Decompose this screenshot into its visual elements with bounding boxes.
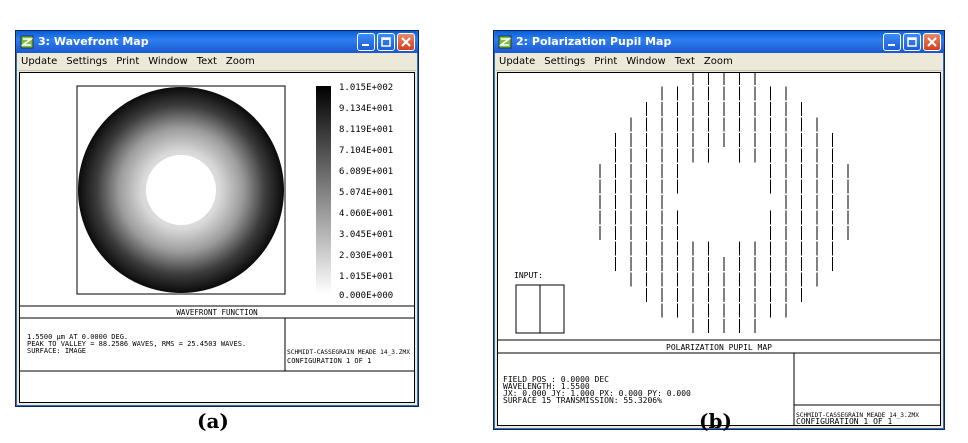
wavefront-plot: 1.015E+002 9.134E+001 8.119E+001 7.104E+… [20, 83, 414, 372]
menu-window[interactable]: Window [148, 56, 187, 67]
menu-zoom[interactable]: Zoom [704, 56, 733, 67]
scale-label: 6.089E+001 [339, 167, 393, 177]
scale-label: 8.119E+001 [339, 125, 393, 135]
close-icon [401, 37, 411, 47]
title-bar[interactable]: 3: Wavefront Map [16, 31, 418, 53]
menu-settings[interactable]: Settings [544, 56, 585, 67]
scale-label: 1.015E+001 [339, 272, 393, 282]
close-icon [927, 37, 937, 47]
window-title: 3: Wavefront Map [38, 35, 149, 48]
scale-label: 0.000E+000 [339, 291, 393, 301]
minimize-button[interactable] [883, 33, 901, 51]
configuration: CONFIGURATION 1 OF 1 [287, 357, 371, 365]
scale-label: 4.060E+001 [339, 209, 393, 219]
menu-settings[interactable]: Settings [66, 56, 107, 67]
input-label: INPUT: [514, 271, 543, 280]
title-bar[interactable]: 2: Polarization Pupil Map [494, 31, 944, 53]
file-name: SCHMIDT-CASSEGRAIN MEADE 14_3.ZMX [287, 349, 410, 356]
close-button[interactable] [923, 33, 941, 51]
plot-area: INPUT: POLARIZATION PUPIL MAP FIELD POS … [497, 72, 941, 426]
zemax-app-icon [20, 35, 34, 49]
scale-label: 3.045E+001 [339, 230, 393, 240]
menu-bar: Update Settings Print Window Text Zoom [18, 53, 416, 71]
scale-label: 9.134E+001 [339, 104, 393, 114]
polarization-pupil-map-window: 2: Polarization Pupil Map Update Setting… [493, 30, 945, 430]
window-title: 2: Polarization Pupil Map [516, 35, 672, 48]
menu-print[interactable]: Print [116, 56, 139, 67]
scale-label: 7.104E+001 [339, 146, 393, 156]
maximize-icon [907, 37, 917, 47]
polarization-vectors [599, 73, 849, 333]
minimize-button[interactable] [357, 33, 375, 51]
plot-area: 1.015E+002 9.134E+001 8.119E+001 7.104E+… [19, 72, 415, 403]
plot-title: WAVEFRONT FUNCTION [176, 308, 257, 317]
menu-bar: Update Settings Print Window Text Zoom [496, 53, 942, 71]
configuration: CONFIGURATION 1 OF 1 [796, 417, 893, 425]
menu-update[interactable]: Update [499, 56, 535, 67]
caption-b: (b) [699, 409, 732, 433]
plot-title: POLARIZATION PUPIL MAP [666, 343, 772, 352]
menu-window[interactable]: Window [626, 56, 665, 67]
menu-text[interactable]: Text [197, 56, 217, 67]
scale-label: 2.030E+001 [339, 251, 393, 261]
minimize-icon [888, 44, 895, 46]
maximize-button[interactable] [377, 33, 395, 51]
scale-label: 1.015E+002 [339, 83, 393, 93]
info-transmission: SURFACE 15 TRANSMISSION: 55.3206% [503, 396, 662, 405]
caption-a: (a) [197, 409, 229, 433]
maximize-button[interactable] [903, 33, 921, 51]
scale-label: 5.074E+001 [339, 188, 393, 198]
menu-text[interactable]: Text [675, 56, 695, 67]
info-surface: SURFACE: IMAGE [27, 347, 86, 355]
zemax-app-icon [498, 35, 512, 49]
menu-print[interactable]: Print [594, 56, 617, 67]
color-scale-bar [316, 86, 331, 294]
wavefront-map-window: 3: Wavefront Map Update Settings Print W… [15, 30, 419, 407]
close-button[interactable] [397, 33, 415, 51]
menu-update[interactable]: Update [21, 56, 57, 67]
central-obscuration [146, 155, 216, 225]
maximize-icon [381, 37, 391, 47]
menu-zoom[interactable]: Zoom [226, 56, 255, 67]
polarization-plot: INPUT: POLARIZATION PUPIL MAP FIELD POS … [498, 73, 940, 425]
minimize-icon [362, 44, 369, 46]
